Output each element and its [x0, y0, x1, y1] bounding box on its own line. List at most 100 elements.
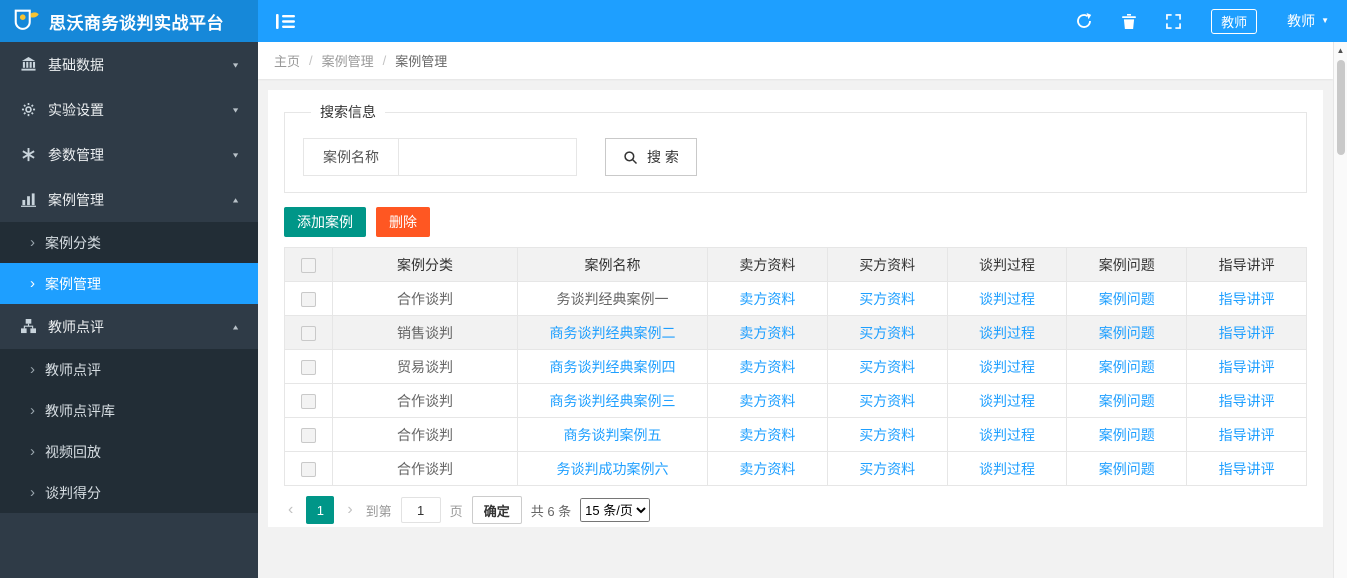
- sidebar-subitem-label: 案例管理: [45, 275, 101, 292]
- buyer-material-link[interactable]: 买方资料: [859, 325, 915, 341]
- sidebar-subitem-4-3[interactable]: › 谈判得分: [0, 472, 258, 513]
- link-cell: 卖方资料: [707, 315, 828, 350]
- scroll-up-arrow-icon[interactable]: ▲: [1334, 42, 1347, 58]
- case-question-link[interactable]: 案例问题: [1099, 461, 1155, 477]
- table-row: 销售谈判 商务谈判经典案例二 卖方资料 买方资料 谈判过程 案例问题 指导讲评: [284, 315, 1307, 350]
- case-name-link[interactable]: 务谈判经典案例一: [557, 291, 669, 307]
- sidebar-subitem-4-2[interactable]: › 视频回放: [0, 431, 258, 472]
- negotiation-process-link[interactable]: 谈判过程: [979, 359, 1035, 375]
- sidebar-submenu-4: › 教师点评 › 教师点评库 › 视频回放 › 谈判得分: [0, 349, 258, 513]
- search-row: 案例名称 搜 索: [303, 138, 1288, 176]
- case-category: 贸易谈判: [332, 349, 518, 384]
- scrollbar[interactable]: ▲: [1333, 42, 1347, 578]
- table-row: 合作谈判 商务谈判经典案例三 卖方资料 买方资料 谈判过程 案例问题 指导讲评: [284, 383, 1307, 418]
- negotiation-process-link[interactable]: 谈判过程: [979, 393, 1035, 409]
- sidebar-item-1[interactable]: 实验设置 ▼: [0, 87, 258, 132]
- refresh-icon[interactable]: [1076, 13, 1092, 29]
- prev-page-button[interactable]: ‹: [284, 501, 297, 519]
- row-checkbox[interactable]: [301, 359, 316, 375]
- sidebar-item-label: 案例管理: [48, 191, 104, 208]
- seller-material-link[interactable]: 卖方资料: [739, 427, 795, 443]
- link-cell: 谈判过程: [946, 451, 1068, 486]
- role-badge[interactable]: 教师: [1211, 8, 1258, 34]
- case-question-link[interactable]: 案例问题: [1099, 427, 1155, 443]
- guidance-review-link[interactable]: 指导讲评: [1219, 325, 1275, 341]
- breadcrumb: 主页 / 案例管理 / 案例管理: [258, 42, 1333, 79]
- case-name-cell: 务谈判经典案例一: [517, 281, 708, 316]
- current-page-button[interactable]: 1: [306, 496, 335, 524]
- user-menu[interactable]: 教师 ▼: [1287, 11, 1329, 31]
- next-page-button[interactable]: ›: [343, 501, 356, 519]
- sidebar-subitem-4-0[interactable]: › 教师点评: [0, 349, 258, 390]
- guidance-review-link[interactable]: 指导讲评: [1219, 291, 1275, 307]
- sidebar-subitem-4-1[interactable]: › 教师点评库: [0, 390, 258, 431]
- buyer-material-link[interactable]: 买方资料: [859, 359, 915, 375]
- scrollbar-thumb[interactable]: [1336, 60, 1345, 155]
- negotiation-process-link[interactable]: 谈判过程: [979, 325, 1035, 341]
- guidance-review-link[interactable]: 指导讲评: [1219, 427, 1275, 443]
- seller-material-link[interactable]: 卖方资料: [739, 291, 795, 307]
- breadcrumb-home[interactable]: 主页: [274, 51, 300, 70]
- delete-button[interactable]: 删除: [376, 207, 430, 237]
- chevron-down-icon: ▼: [231, 60, 240, 69]
- case-question-link[interactable]: 案例问题: [1099, 359, 1155, 375]
- row-checkbox[interactable]: [301, 325, 316, 341]
- case-management-card: 搜索信息 案例名称 搜 索 添加案例 删除 案例分类 案例名称 卖方资料 买方资…: [268, 90, 1323, 527]
- main-area: 主页 / 案例管理 / 案例管理 搜索信息 案例名称 搜 索 添加案例 删除 案…: [258, 42, 1333, 578]
- buyer-material-link[interactable]: 买方资料: [859, 461, 915, 477]
- sidebar-item-4[interactable]: 教师点评 ▲: [0, 304, 258, 349]
- buyer-material-link[interactable]: 买方资料: [859, 291, 915, 307]
- confirm-page-button[interactable]: 确定: [471, 496, 522, 524]
- goto-page-input[interactable]: [400, 497, 441, 523]
- case-question-link[interactable]: 案例问题: [1099, 291, 1155, 307]
- row-checkbox[interactable]: [301, 461, 316, 477]
- sidebar-item-2[interactable]: 参数管理 ▼: [0, 132, 258, 177]
- guidance-review-link[interactable]: 指导讲评: [1219, 359, 1275, 375]
- sidebar-nav: 基础数据 ▼ 实验设置 ▼ 参数管理 ▼ 案例管理 ▲ › 案例分类 › 案例管理 教师点评 ▲ › 教师点评…: [0, 42, 258, 513]
- seller-material-link[interactable]: 卖方资料: [739, 461, 795, 477]
- row-checkbox[interactable]: [301, 291, 316, 307]
- guidance-review-link[interactable]: 指导讲评: [1219, 393, 1275, 409]
- angle-right-icon: ›: [30, 275, 35, 292]
- case-name-link[interactable]: 商务谈判经典案例二: [550, 325, 676, 341]
- sidebar-subitem-3-1[interactable]: › 案例管理: [0, 263, 258, 304]
- case-name-link[interactable]: 商务谈判经典案例四: [550, 359, 676, 375]
- sidebar-item-3[interactable]: 案例管理 ▲: [0, 177, 258, 222]
- buyer-material-link[interactable]: 买方资料: [859, 393, 915, 409]
- negotiation-process-link[interactable]: 谈判过程: [979, 461, 1035, 477]
- select-all-checkbox[interactable]: [301, 257, 316, 273]
- seller-material-link[interactable]: 卖方资料: [739, 325, 795, 341]
- column-header-2: 卖方资料: [707, 247, 828, 282]
- chevron-down-icon: ▼: [231, 105, 240, 114]
- buyer-material-link[interactable]: 买方资料: [859, 427, 915, 443]
- trash-icon[interactable]: [1122, 13, 1137, 29]
- seller-material-link[interactable]: 卖方资料: [739, 359, 795, 375]
- case-name-link[interactable]: 务谈判成功案例六: [557, 461, 669, 477]
- fullscreen-icon[interactable]: [1166, 13, 1181, 29]
- row-checkbox[interactable]: [301, 427, 316, 443]
- case-name-link[interactable]: 商务谈判案例五: [564, 427, 662, 443]
- cases-table-head-row: 案例分类 案例名称 卖方资料 买方资料 谈判过程 案例问题 指导讲评: [284, 247, 1307, 282]
- case-question-link[interactable]: 案例问题: [1099, 325, 1155, 341]
- row-checkbox[interactable]: [301, 393, 316, 409]
- search-button[interactable]: 搜 索: [605, 138, 697, 176]
- negotiation-process-link[interactable]: 谈判过程: [979, 427, 1035, 443]
- sidebar-item-0[interactable]: 基础数据 ▼: [0, 42, 258, 87]
- column-header-5: 案例问题: [1066, 247, 1188, 282]
- add-case-button[interactable]: 添加案例: [284, 207, 366, 237]
- seller-material-link[interactable]: 卖方资料: [739, 393, 795, 409]
- sidebar-subitem-label: 教师点评: [45, 361, 101, 378]
- table-row: 贸易谈判 商务谈判经典案例四 卖方资料 买方资料 谈判过程 案例问题 指导讲评: [284, 349, 1307, 384]
- link-cell: 指导讲评: [1186, 451, 1307, 486]
- page-size-select[interactable]: 15 条/页: [580, 498, 651, 522]
- guidance-review-link[interactable]: 指导讲评: [1219, 461, 1275, 477]
- case-name-cell: 商务谈判经典案例三: [517, 383, 708, 418]
- case-question-link[interactable]: 案例问题: [1099, 393, 1155, 409]
- menu-collapse-icon[interactable]: [276, 13, 295, 29]
- sidebar-subitem-3-0[interactable]: › 案例分类: [0, 222, 258, 263]
- case-name-input[interactable]: [399, 138, 577, 176]
- negotiation-process-link[interactable]: 谈判过程: [979, 291, 1035, 307]
- case-name-link[interactable]: 商务谈判经典案例三: [550, 393, 676, 409]
- case-category: 合作谈判: [332, 417, 518, 452]
- search-panel-legend: 搜索信息: [320, 104, 376, 120]
